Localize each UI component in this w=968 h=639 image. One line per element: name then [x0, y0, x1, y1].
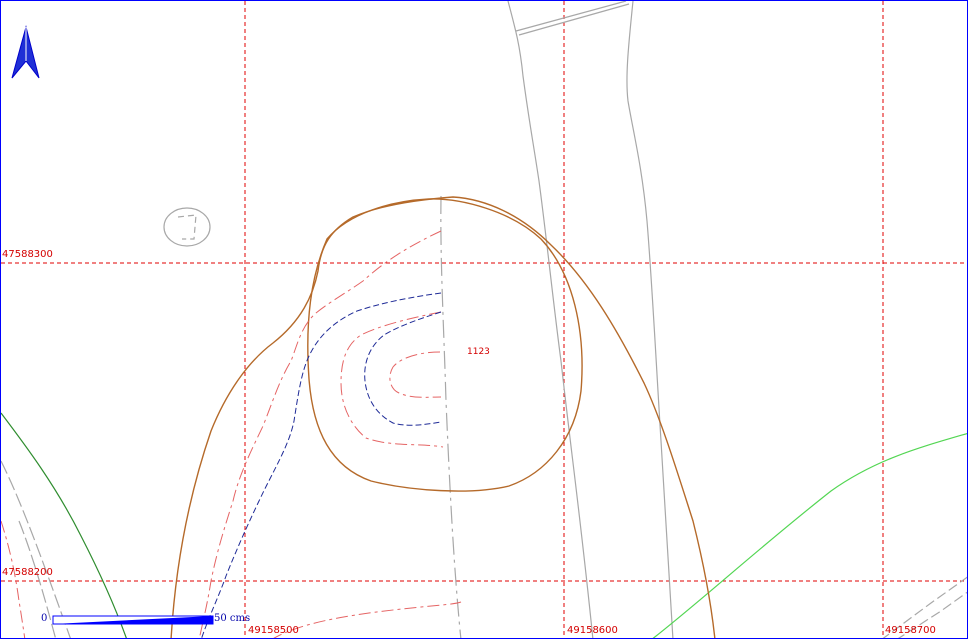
- hill-contour-1123: [307, 198, 583, 492]
- red-dashed-contour-left: [1, 520, 26, 638]
- green-line-right: [652, 432, 967, 638]
- gray-dashed-left-line-2: [18, 520, 57, 638]
- red-dashed-contour-bottom: [273, 601, 462, 638]
- scale-start-label: 0: [41, 613, 48, 624]
- map-svg[interactable]: [1, 1, 968, 639]
- blue-dashed-contour-outer: [201, 292, 442, 638]
- red-dashed-contour-inner: [340, 311, 444, 448]
- gray-dashed-left-line: [1, 460, 71, 638]
- contour-label: 1123: [467, 347, 490, 357]
- blue-dashed-contour-inner: [364, 311, 442, 426]
- gray-dashed-road: [440, 195, 462, 638]
- road-cross-line-2: [518, 3, 630, 36]
- grid-label-y-47588200: 47588200: [2, 567, 53, 578]
- red-dashed-contour-peak: [389, 351, 442, 398]
- grid-label-x-49158500: 49158500: [248, 625, 299, 636]
- circle-feature: [163, 207, 211, 247]
- grid-label-x-49158700: 49158700: [885, 625, 936, 636]
- grid-label-x-49158600: 49158600: [567, 625, 618, 636]
- grid-label-y-47588300: 47588300: [2, 249, 53, 260]
- red-dashed-contour-outer: [198, 230, 442, 638]
- scale-end-label: 50 cms: [214, 613, 251, 624]
- map-canvas[interactable]: 47588300 47588200 49158500 49158600 4915…: [0, 0, 968, 639]
- road-edge-left: [507, 1, 594, 638]
- scale-bar: [52, 615, 214, 625]
- road-edge-right: [626, 1, 674, 638]
- circle-feature-inner: [177, 214, 197, 240]
- north-arrow-icon: [11, 25, 40, 79]
- road-cross-line-1: [515, 1, 627, 32]
